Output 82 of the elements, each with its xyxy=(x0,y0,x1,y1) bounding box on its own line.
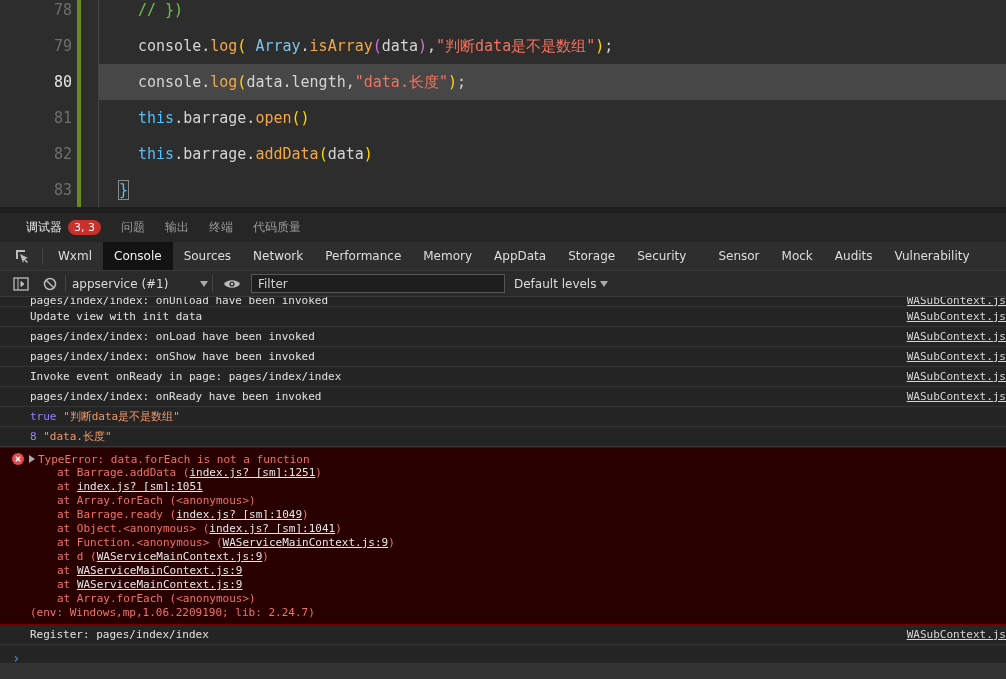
log-message: pages/index/index: onReady have been invoked xyxy=(30,390,322,403)
line-number: 78 xyxy=(52,1,72,19)
source-link[interactable]: WASubContext.js xyxy=(906,628,1006,641)
devtools-tab[interactable]: Sensor xyxy=(707,242,771,270)
collapsed-arrow-icon[interactable] xyxy=(28,455,36,463)
context-dropdown[interactable]: appservice (#1) xyxy=(66,275,213,292)
devtools-tab[interactable]: AppData xyxy=(483,242,558,270)
dropdown-caret-icon xyxy=(200,280,208,287)
inspect-icon[interactable] xyxy=(14,248,30,264)
panel-tab[interactable]: 问题 xyxy=(111,213,155,242)
string-value: "判断data是不是数组" xyxy=(63,410,180,423)
devtools-tab[interactable]: Mock xyxy=(770,242,824,270)
tab-label: 代码质量 xyxy=(253,220,301,235)
source-link[interactable]: WAServiceMainContext.js:9 xyxy=(76,578,243,591)
source-link[interactable]: WASubContext.js xyxy=(906,350,1006,363)
log-message: Invoke event onReady in page: pages/index/index xyxy=(30,370,342,383)
panel-tab[interactable]: 终端 xyxy=(199,213,243,242)
tab-label: 问题 xyxy=(121,220,145,235)
prompt-caret[interactable]: › xyxy=(12,650,21,663)
logged-value: true xyxy=(30,410,57,423)
source-link[interactable]: WASubContext.js xyxy=(906,330,1006,343)
clear-console-icon[interactable] xyxy=(43,276,57,291)
source-link[interactable]: WASubContext.js xyxy=(906,370,1006,383)
stack-trace-line: at WAServiceMainContext.js:9 xyxy=(56,578,244,592)
source-link[interactable]: WAServiceMainContext.js:9 xyxy=(76,564,243,577)
code-line: } xyxy=(98,172,1006,207)
source-link[interactable]: index.js? [sm]:1251 xyxy=(189,466,316,479)
devtools-tab[interactable]: Security xyxy=(626,242,698,270)
panel-tab[interactable]: 输出 xyxy=(155,213,199,242)
logged-value: 8 xyxy=(30,430,37,443)
devtools-tab[interactable]: Network xyxy=(242,242,315,270)
stack-trace-line: at index.js? [sm]:1051 xyxy=(56,480,204,494)
stack-trace-line: at d (WAServiceMainContext.js:9) xyxy=(56,550,270,564)
source-link[interactable]: WAServiceMainContext.js:9 xyxy=(96,550,263,563)
line-number: 79 xyxy=(52,37,72,55)
source-link[interactable]: WAServiceMainContext.js:9 xyxy=(222,536,389,549)
stack-trace-line: at Function.<anonymous> (WAServiceMainContext.js:9) xyxy=(56,536,396,550)
source-link[interactable]: index.js? [sm]:1049 xyxy=(176,508,303,521)
stack-trace-line: at Barrage.ready (index.js? [sm]:1049) xyxy=(56,508,310,522)
log-levels-dropdown[interactable]: Default levels xyxy=(514,276,609,291)
log-message: Register: pages/index/index xyxy=(30,628,209,641)
tab-label: 终端 xyxy=(209,220,233,235)
line-number: 82 xyxy=(52,145,72,163)
source-link[interactable]: index.js? [sm]:1041 xyxy=(209,522,336,535)
line-number: 83 xyxy=(52,181,72,199)
log-message: pages/index/index: onLoad have been invoked xyxy=(30,330,315,343)
eye-icon[interactable] xyxy=(223,277,241,290)
stack-trace-line: at Array.forEach (<anonymous>) xyxy=(56,592,257,606)
error-text: TypeError: data.forEach is not a function xyxy=(38,452,310,466)
sidebar-toggle-icon[interactable] xyxy=(13,276,29,291)
devtools-tab[interactable]: Wxml xyxy=(47,242,103,270)
line-number: 80 xyxy=(52,73,72,91)
line-number: 81 xyxy=(52,109,72,127)
devtools-tab[interactable]: Storage xyxy=(557,242,627,270)
code-line: this.barrage.addData(data) xyxy=(98,136,1006,172)
devtools-tab[interactable]: Console xyxy=(103,242,173,270)
tab-label: 调试器 xyxy=(26,220,62,235)
source-link[interactable]: index.js? [sm]:1051 xyxy=(76,480,203,493)
source-link[interactable]: WASubContext.js xyxy=(906,310,1006,323)
devtools-tab[interactable]: Sources xyxy=(172,242,243,270)
stack-trace-line: at Barrage.addData (index.js? [sm]:1251) xyxy=(56,466,323,480)
devtools-tab[interactable]: Vulnerability xyxy=(883,242,981,270)
devtools-tab[interactable]: Audits xyxy=(823,242,884,270)
stack-trace-line: at WAServiceMainContext.js:9 xyxy=(56,564,244,578)
panel-tab[interactable]: 代码质量 xyxy=(243,213,311,242)
dropdown-caret-icon xyxy=(600,280,609,287)
error-count-badge: 3, 3 xyxy=(68,220,101,235)
string-value: "data.长度" xyxy=(43,430,112,443)
filter-field[interactable]: Filter xyxy=(251,274,505,293)
devtools-tab[interactable]: Memory xyxy=(412,242,484,270)
code-line: this.barrage.open() xyxy=(98,100,1006,136)
log-message: Update view with init data xyxy=(30,310,203,323)
stack-trace-line: at Object.<anonymous> (index.js? [sm]:1041) xyxy=(56,522,343,536)
environment-info: (env: Windows,mp,1.06.2209190; lib: 2.24.7) xyxy=(29,606,316,620)
tab-label: 输出 xyxy=(165,220,189,235)
panel-tab[interactable]: 调试器 3, 3 xyxy=(16,213,111,242)
stack-trace-line: at Array.forEach (<anonymous>) xyxy=(56,494,257,508)
error-icon xyxy=(12,453,24,465)
devtools-tab[interactable]: Performance xyxy=(314,242,413,270)
code-line: // }) xyxy=(98,0,1006,28)
log-message: pages/index/index: onShow have been invoked xyxy=(30,350,315,363)
source-link[interactable]: WASubContext.js xyxy=(906,390,1006,403)
